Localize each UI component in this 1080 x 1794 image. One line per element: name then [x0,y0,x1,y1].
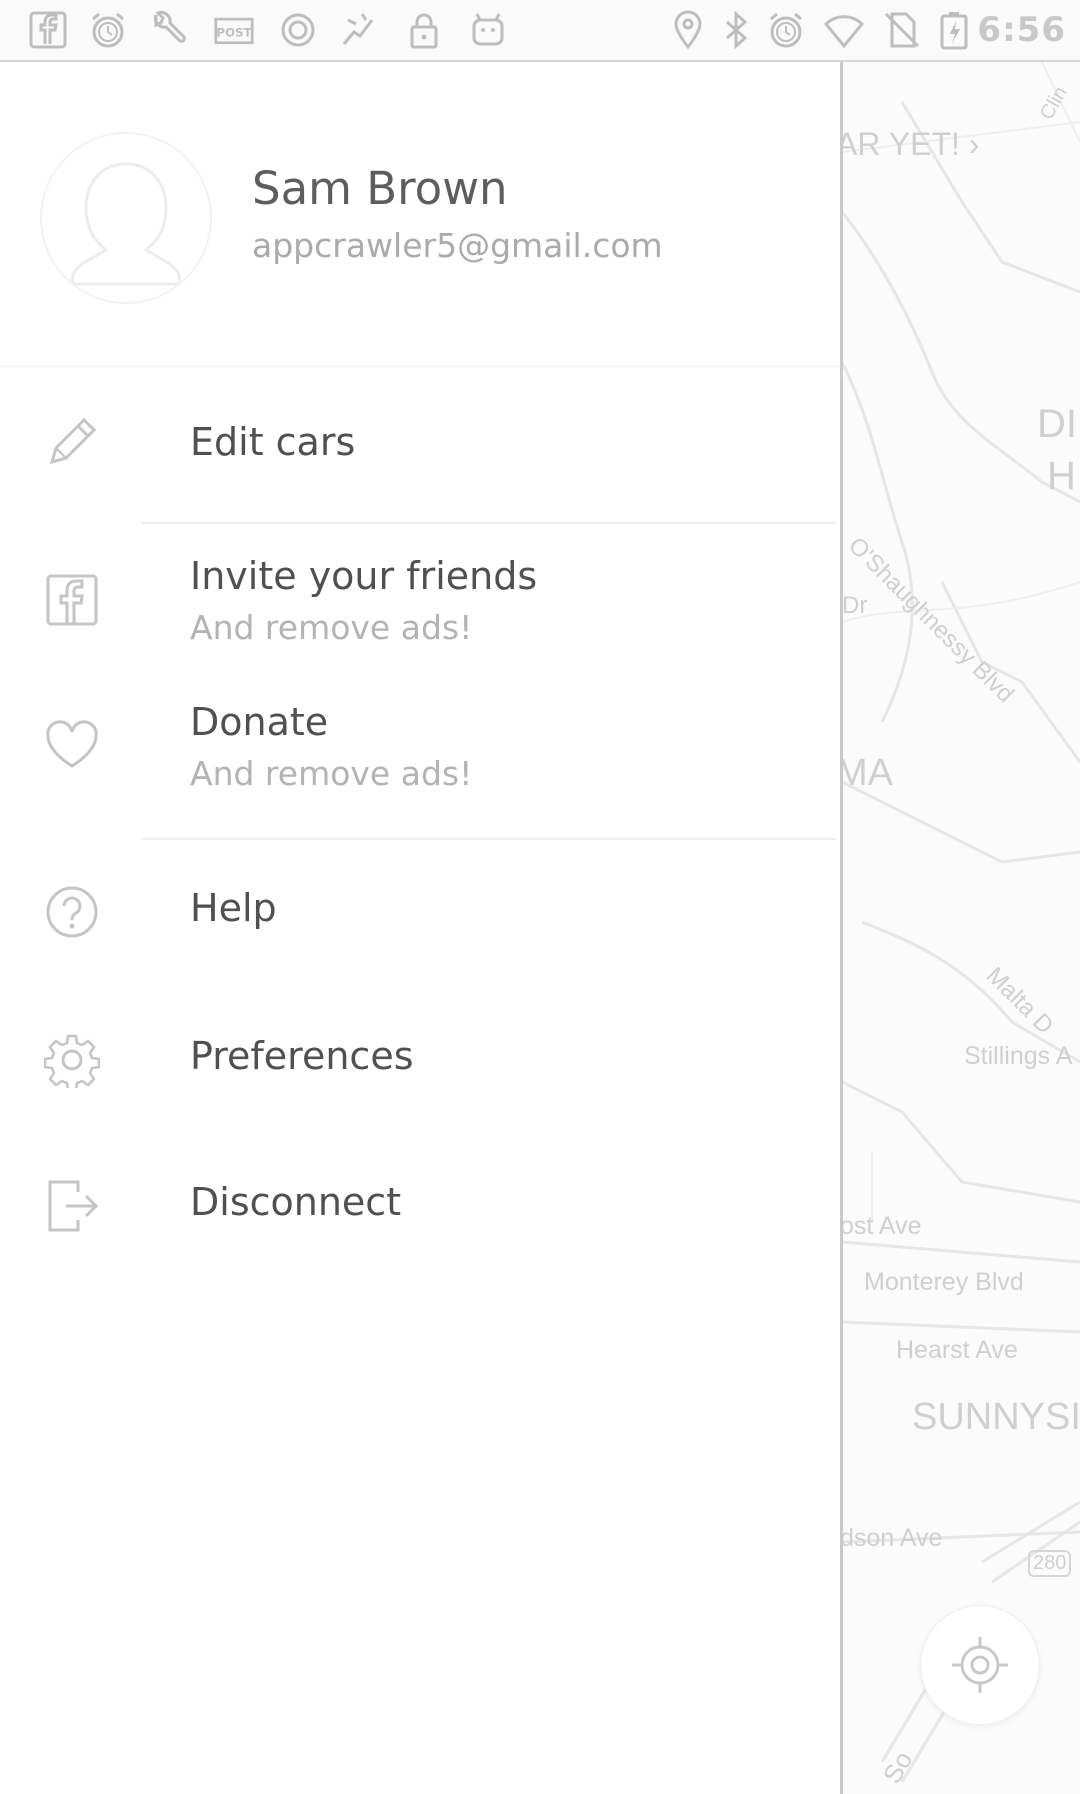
navigation-drawer: Sam Brown appcrawler5@gmail.com Edit car… [0,62,843,1794]
divider [142,838,836,840]
logout-icon [44,1178,100,1234]
location-icon [668,10,708,50]
menu-item-help[interactable]: Help [0,842,840,990]
menu-sublabel: And remove ads! [190,754,473,793]
map-label: Dr [842,592,868,619]
no-sim-icon [882,10,922,50]
menu-item-disconnect[interactable]: Disconnect [0,1136,840,1284]
avatar[interactable] [40,132,212,304]
menu-item-donate[interactable]: Donate And remove ads! [0,672,840,818]
map-label: AR YET! › [842,126,980,162]
map-label: DI [1037,402,1077,446]
sport-icon [338,10,378,50]
facebook-icon [44,572,100,628]
heart-icon [44,718,100,774]
help-icon [44,884,100,940]
android-icon [468,10,508,50]
menu-label: Donate [190,700,329,744]
gear-icon [44,1032,100,1088]
map-label: H [1047,454,1076,498]
battery-charging-icon [934,10,968,50]
circle-icon [278,10,318,50]
user-name: Sam Brown [252,162,508,215]
my-location-button[interactable] [920,1605,1040,1725]
svg-text:POST: POST [216,25,251,39]
route-shield: 280 [1028,1550,1072,1577]
alarm-icon [766,10,806,50]
map-label: Stillings A [964,1042,1073,1070]
post-icon: POST [214,10,258,50]
menu-sublabel: And remove ads! [190,608,473,647]
map-label: SUNNYSI [912,1396,1080,1438]
wrench-icon [148,10,188,50]
menu-item-invite-friends[interactable]: Invite your friends And remove ads! [0,524,840,672]
lock-icon [404,10,444,50]
map-label: Hearst Ave [896,1336,1018,1364]
map-label: ost Ave [842,1212,922,1240]
wifi-icon [824,10,864,50]
menu-label: Preferences [190,1034,414,1078]
map-label: Monterey Blvd [864,1268,1024,1296]
profile-header[interactable]: Sam Brown appcrawler5@gmail.com [0,62,840,367]
user-avatar-icon [70,162,182,286]
map-view[interactable]: AR YET! › Clin DI H O'Shaughnessy Blvd D… [842,62,1080,1794]
facebook-icon [28,10,68,50]
status-clock: 6:56 [977,10,1066,50]
menu-label: Disconnect [190,1180,402,1224]
status-bar: POST 6:56 [0,0,1080,62]
bluetooth-icon [716,10,756,50]
menu-label: Invite your friends [190,554,538,598]
map-label: dson Ave [842,1524,943,1552]
menu-item-edit-cars[interactable]: Edit cars [0,368,840,518]
pencil-icon [44,414,100,470]
menu-label: Help [190,886,277,930]
crosshair-icon [952,1637,1008,1693]
user-email: appcrawler5@gmail.com [252,226,663,265]
menu-item-preferences[interactable]: Preferences [0,990,840,1136]
map-label: MA [842,752,893,794]
menu-label: Edit cars [190,420,356,464]
alarm-icon [88,10,128,50]
